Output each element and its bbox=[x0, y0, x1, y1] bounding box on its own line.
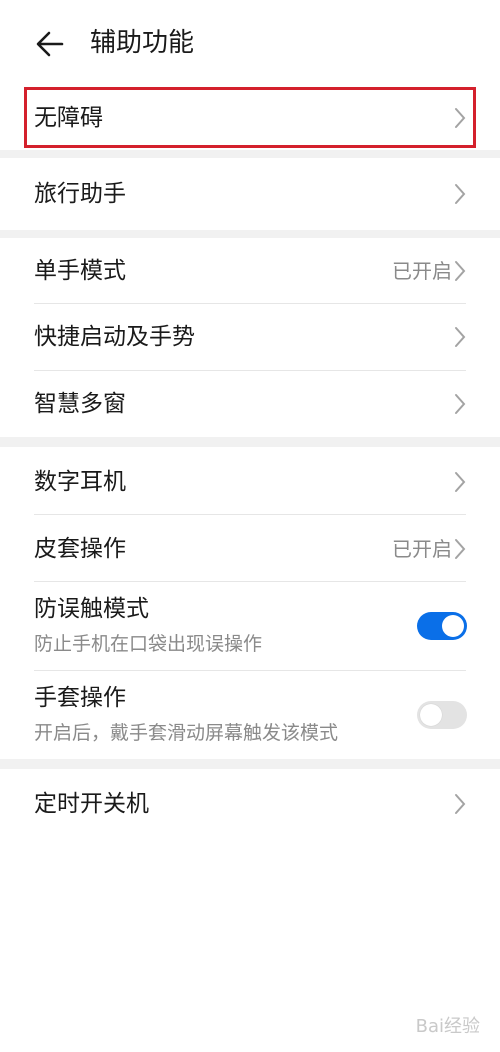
watermark: Bai经验 bbox=[415, 1016, 480, 1037]
chevron-right-icon bbox=[455, 394, 466, 414]
menu-item-digital-earphone[interactable]: 数字耳机 bbox=[0, 447, 500, 514]
chevron-right-icon bbox=[455, 794, 466, 814]
menu-item-pocket-mode: 防误触模式 防止手机在口袋出现误操作 bbox=[0, 582, 500, 670]
section-gap bbox=[0, 230, 500, 238]
menu-item-shortcuts-gestures[interactable]: 快捷启动及手势 bbox=[0, 304, 500, 370]
menu-item-smart-multiwindow[interactable]: 智慧多窗 bbox=[0, 371, 500, 437]
menu-item-label: 单手模式 bbox=[34, 258, 126, 284]
menu-item-label: 手套操作 bbox=[34, 685, 126, 711]
glove-mode-toggle[interactable] bbox=[417, 701, 467, 729]
menu-item-one-hand-mode[interactable]: 单手模式 已开启 bbox=[0, 238, 500, 304]
menu-item-subtitle: 开启后，戴手套滑动屏幕触发该模式 bbox=[34, 722, 339, 744]
menu-item-label: 定时开关机 bbox=[34, 791, 149, 817]
chevron-right-icon bbox=[455, 327, 466, 347]
chevron-right-icon bbox=[455, 184, 466, 204]
section-gap bbox=[0, 150, 500, 158]
menu-item-label: 防误触模式 bbox=[34, 596, 149, 622]
pocket-mode-toggle[interactable] bbox=[417, 612, 467, 640]
menu-item-travel-assistant[interactable]: 旅行助手 bbox=[0, 158, 500, 230]
menu-item-cover-operation[interactable]: 皮套操作 已开启 bbox=[0, 515, 500, 581]
menu-item-label: 数字耳机 bbox=[34, 469, 126, 495]
status-value: 已开启 bbox=[392, 537, 452, 561]
menu-item-subtitle: 防止手机在口袋出现误操作 bbox=[34, 633, 263, 655]
chevron-right-icon bbox=[455, 261, 466, 281]
menu-item-scheduled-power[interactable]: 定时开关机 bbox=[0, 769, 500, 839]
chevron-right-icon bbox=[455, 472, 466, 492]
menu-item-label: 皮套操作 bbox=[34, 536, 126, 562]
menu-item-label: 智慧多窗 bbox=[34, 391, 126, 417]
status-value: 已开启 bbox=[392, 259, 452, 283]
app-header: 辅助功能 bbox=[0, 0, 500, 86]
menu-item-label: 快捷启动及手势 bbox=[34, 324, 195, 350]
highlight-box bbox=[24, 87, 476, 148]
arrow-left-icon[interactable] bbox=[34, 28, 66, 60]
menu-item-glove-mode: 手套操作 开启后，戴手套滑动屏幕触发该模式 bbox=[0, 671, 500, 759]
section-gap bbox=[0, 437, 500, 447]
menu-item-label: 旅行助手 bbox=[34, 181, 126, 207]
chevron-right-icon bbox=[455, 539, 466, 559]
page-title: 辅助功能 bbox=[90, 28, 195, 58]
section-gap bbox=[0, 759, 500, 769]
